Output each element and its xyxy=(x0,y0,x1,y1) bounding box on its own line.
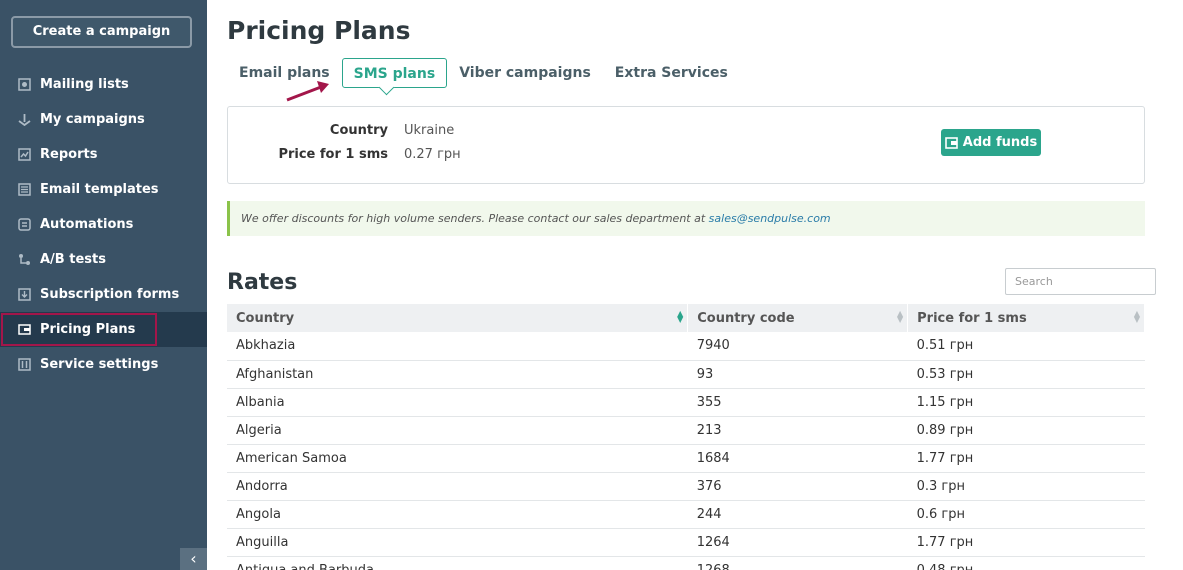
mailing-lists-icon xyxy=(17,78,31,92)
tab-extra-services[interactable]: Extra Services xyxy=(603,58,740,88)
sms-plan-info: Country Ukraine Price for 1 sms 0.27 грн… xyxy=(227,106,1145,184)
cell-country: Albania xyxy=(227,388,688,417)
cell-price: 0.51 грн xyxy=(907,332,1145,361)
column-header-price[interactable]: Price for 1 sms ▲ ▼ xyxy=(907,304,1145,332)
cell-price: 0.48 грн xyxy=(907,556,1145,570)
table-row: Algeria 213 0.89 грн xyxy=(227,416,1145,445)
sort-icon: ▲ ▼ xyxy=(896,309,904,324)
cell-code: 213 xyxy=(687,416,908,445)
country-label: Country xyxy=(329,123,388,138)
automations-icon xyxy=(17,218,31,232)
rates-table: Country ▲ ▼ Country code ▲ ▼ Price for 1 sms… xyxy=(227,304,1145,570)
cell-price: 0.53 грн xyxy=(907,360,1145,389)
cell-price: 1.77 грн xyxy=(907,528,1145,557)
sales-email-link[interactable]: sales@sendpulse.com xyxy=(709,212,831,225)
add-funds-button[interactable]: Add funds xyxy=(941,129,1041,156)
table-row: Anguilla 1264 1.77 грн xyxy=(227,528,1145,557)
sidebar-item-label: Reports xyxy=(40,147,98,162)
table-row: Afghanistan 93 0.53 грн xyxy=(227,360,1145,389)
sidebar-item-my-campaigns[interactable]: My campaigns xyxy=(0,102,207,137)
cell-code: 244 xyxy=(687,500,908,529)
column-header-country[interactable]: Country ▲ ▼ xyxy=(227,304,689,332)
settings-icon xyxy=(17,358,31,372)
price-value: 0.27 грн xyxy=(404,147,461,162)
table-row: Abkhazia 7940 0.51 грн xyxy=(227,332,1145,361)
sidebar: Create a campaign Mailing lists My campa… xyxy=(0,0,207,570)
cell-country: Afghanistan xyxy=(227,360,688,389)
collapse-sidebar-button[interactable]: ‹ xyxy=(180,548,207,570)
cell-code: 355 xyxy=(687,388,908,417)
campaigns-icon xyxy=(17,113,31,127)
cell-code: 1268 xyxy=(687,556,908,570)
add-funds-label: Add funds xyxy=(962,135,1038,150)
create-campaign-button[interactable]: Create a campaign xyxy=(11,16,192,48)
sidebar-item-mailing-lists[interactable]: Mailing lists xyxy=(0,67,207,102)
cell-country: American Samoa xyxy=(227,444,688,473)
discount-notice: We offer discounts for high volume sende… xyxy=(227,201,1145,236)
column-label: Country xyxy=(236,310,295,326)
table-row: Albania 355 1.15 грн xyxy=(227,388,1145,417)
cell-code: 376 xyxy=(687,472,908,501)
sidebar-item-ab-tests[interactable]: A/B tests xyxy=(0,242,207,277)
table-row: Andorra 376 0.3 грн xyxy=(227,472,1145,501)
sidebar-item-label: A/B tests xyxy=(40,252,106,267)
cell-country: Algeria xyxy=(227,416,688,445)
sidebar-item-label: Subscription forms xyxy=(40,287,180,302)
templates-icon xyxy=(17,183,31,197)
reports-icon xyxy=(17,148,31,162)
tab-sms-plans[interactable]: SMS plans xyxy=(341,58,448,88)
sidebar-item-email-templates[interactable]: Email templates xyxy=(0,172,207,207)
sidebar-item-label: Automations xyxy=(40,217,134,232)
table-row: American Samoa 1684 1.77 грн xyxy=(227,444,1145,473)
cell-price: 1.77 грн xyxy=(907,444,1145,473)
page-title: Pricing Plans xyxy=(227,16,411,45)
highlight-box xyxy=(1,313,157,346)
cell-country: Abkhazia xyxy=(227,332,688,361)
cell-price: 0.89 грн xyxy=(907,416,1145,445)
sidebar-item-reports[interactable]: Reports xyxy=(0,137,207,172)
cell-country: Anguilla xyxy=(227,528,688,557)
sidebar-item-service-settings[interactable]: Service settings xyxy=(0,347,207,382)
cell-code: 93 xyxy=(687,360,908,389)
table-row: Antigua and Barbuda 1268 0.48 грн xyxy=(227,556,1145,570)
sidebar-item-label: Service settings xyxy=(40,357,159,372)
cell-code: 1684 xyxy=(687,444,908,473)
notice-text: We offer discounts for high volume sende… xyxy=(241,212,709,225)
sort-asc-icon: ▲ ▼ xyxy=(677,309,684,324)
cell-country: Angola xyxy=(227,500,688,529)
forms-icon xyxy=(17,288,31,302)
cell-country: Antigua and Barbuda xyxy=(227,556,688,570)
cell-price: 0.6 грн xyxy=(907,500,1145,529)
sidebar-item-label: Mailing lists xyxy=(40,77,129,92)
sidebar-item-label: Email templates xyxy=(40,182,159,197)
sidebar-item-pricing-plans[interactable]: Pricing Plans xyxy=(0,312,207,347)
column-label: Country code xyxy=(697,310,795,326)
price-label: Price for 1 sms xyxy=(278,147,388,162)
table-row: Angola 244 0.6 грн xyxy=(227,500,1145,529)
country-value: Ukraine xyxy=(404,123,455,138)
sidebar-item-automations[interactable]: Automations xyxy=(0,207,207,242)
cell-price: 0.3 грн xyxy=(907,472,1145,501)
column-header-country-code[interactable]: Country code ▲ ▼ xyxy=(687,304,909,332)
cell-country: Andorra xyxy=(227,472,688,501)
column-label: Price for 1 sms xyxy=(917,310,1027,326)
wallet-icon xyxy=(944,136,958,149)
annotation-arrow-icon xyxy=(286,81,329,102)
cell-code: 1264 xyxy=(687,528,908,557)
rates-title: Rates xyxy=(227,270,298,295)
tab-viber-campaigns[interactable]: Viber campaigns xyxy=(447,58,603,88)
cell-price: 1.15 грн xyxy=(907,388,1145,417)
sidebar-nav: Mailing lists My campaigns Reports Email… xyxy=(0,67,207,382)
sidebar-item-label: My campaigns xyxy=(40,112,145,127)
sort-icon: ▲ ▼ xyxy=(1133,309,1140,324)
search-input[interactable] xyxy=(1005,268,1156,295)
sidebar-item-subscription-forms[interactable]: Subscription forms xyxy=(0,277,207,312)
ab-tests-icon xyxy=(17,253,31,267)
cell-code: 7940 xyxy=(687,332,908,361)
